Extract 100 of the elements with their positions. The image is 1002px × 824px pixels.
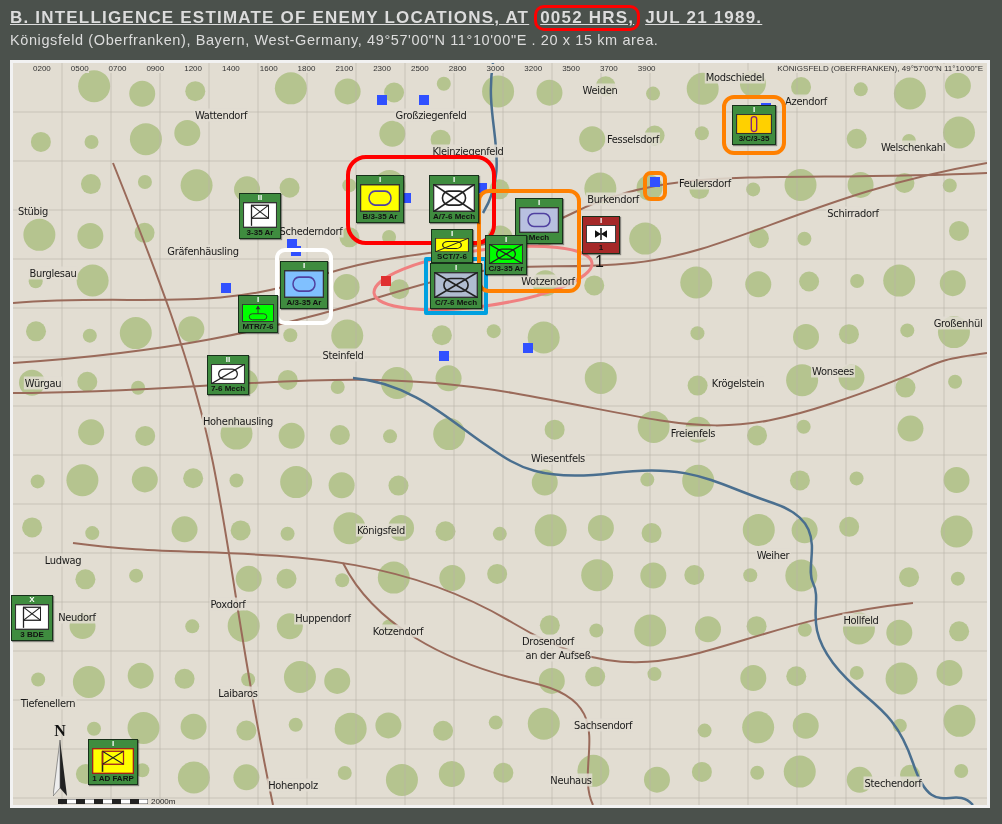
town-label: Modschiedel bbox=[704, 70, 766, 84]
echelon-mark: I bbox=[537, 199, 541, 207]
echelon-mark: I bbox=[452, 176, 456, 184]
echelon-mark: I bbox=[752, 106, 756, 114]
town-label: Tiefenellern bbox=[19, 696, 77, 710]
echelon-mark: II bbox=[225, 356, 231, 364]
unit-counter[interactable]: I A/7-6 Mech bbox=[429, 175, 479, 223]
town-label: Burkendorf bbox=[586, 192, 640, 206]
unit-label: Mech bbox=[528, 233, 550, 242]
town-label: an der Aufseß bbox=[524, 648, 592, 662]
town-label: Hollfeld bbox=[842, 613, 880, 627]
unit-counter[interactable]: II 7-6 Mech bbox=[207, 355, 249, 395]
grid-coordinate: 1200 bbox=[184, 64, 202, 73]
unit-label: 3-35 Ar bbox=[246, 228, 274, 237]
unit-label: A/7-6 Mech bbox=[432, 212, 476, 221]
town-label: Wonsees bbox=[811, 364, 855, 378]
town-label: Huppendorf bbox=[294, 611, 352, 625]
echelon-mark: II bbox=[257, 194, 263, 202]
town-label: Wotzendorf bbox=[520, 274, 576, 288]
town-label: Schederndorf bbox=[278, 224, 344, 238]
echelon-mark: I bbox=[111, 740, 115, 748]
town-label: Stübig bbox=[17, 204, 49, 218]
town-label: Sachsendorf bbox=[572, 718, 634, 732]
unit-label: 1 bbox=[598, 243, 604, 252]
enemy-count: 1 bbox=[595, 253, 604, 271]
town-label: Hohenhausling bbox=[201, 414, 275, 428]
echelon-mark: I bbox=[454, 264, 458, 272]
unit-counter[interactable]: I Mech bbox=[515, 198, 563, 244]
unit-counter[interactable]: X 3 BDE bbox=[11, 595, 53, 641]
town-label: Weiden bbox=[581, 83, 619, 97]
grid-coordinate: 3900 bbox=[637, 64, 656, 73]
grid-coordinate: 3500 bbox=[562, 64, 580, 73]
grid-coordinate: 1800 bbox=[297, 64, 316, 73]
scale-label: 2000m bbox=[151, 797, 176, 806]
unit-label: 3/C/3-35 bbox=[738, 134, 770, 143]
unit-label: SCT/7-6 bbox=[437, 252, 467, 261]
unit-counter[interactable]: II 3-35 Ar bbox=[239, 193, 281, 239]
unit-label: C/3-35 Ar bbox=[488, 264, 524, 273]
unit-counter[interactable]: I C/7-6 Mech bbox=[430, 263, 482, 309]
town-label: Würgau bbox=[23, 376, 63, 390]
unit-counter[interactable]: I 1 AD FARP bbox=[88, 739, 138, 785]
grid-coordinate: 2300 bbox=[373, 64, 391, 73]
grid-coordinate: 0500 bbox=[70, 64, 89, 73]
grid-coordinate: 2100 bbox=[335, 64, 354, 73]
grid-coordinate: 3200 bbox=[524, 64, 543, 73]
town-label: Großenhül bbox=[932, 316, 984, 330]
echelon-mark: X bbox=[29, 596, 35, 604]
town-label: Freienfels bbox=[669, 426, 717, 440]
town-label: Poxdorf bbox=[209, 597, 247, 611]
town-label: Steinfeld bbox=[321, 348, 365, 362]
grid-coordinate: 1600 bbox=[259, 64, 278, 73]
town-label: Wattendorf bbox=[193, 108, 249, 122]
town-label: Großziegenfeld bbox=[394, 108, 468, 122]
grid-coordinate: 3700 bbox=[599, 64, 618, 73]
unit-counter[interactable]: I 3/C/3-35 bbox=[732, 105, 776, 145]
compass-letter: N bbox=[54, 723, 66, 739]
unit-label: 7-6 Mech bbox=[210, 384, 246, 393]
town-label: Burglesau bbox=[28, 266, 78, 280]
grid-coordinate: 2800 bbox=[448, 64, 467, 73]
page-subtitle: Königsfeld (Oberfranken), Bayern, West-Germany, 49°57'00"N 11°10'00"E . 20 x 15 km area. bbox=[10, 32, 660, 48]
town-label: Ludwag bbox=[43, 553, 83, 567]
town-label: Weiher bbox=[755, 548, 791, 562]
grid-coordinate: 0900 bbox=[146, 64, 165, 73]
town-label: Laibaros bbox=[217, 686, 259, 700]
town-label: Krögelstein bbox=[710, 376, 766, 390]
echelon-mark: I bbox=[599, 217, 603, 225]
town-label: Feulersdorf bbox=[677, 176, 733, 190]
grid-coordinate: 2500 bbox=[410, 64, 429, 73]
unit-counter[interactable]: I A/3-35 Ar bbox=[280, 261, 328, 309]
unit-counter[interactable]: I 1 bbox=[582, 216, 620, 254]
town-label: Azendorf bbox=[784, 94, 828, 108]
town-label: Fesselsdorf bbox=[605, 132, 661, 146]
town-label: Drosendorf bbox=[521, 634, 575, 648]
town-label: Schirradorf bbox=[826, 206, 880, 220]
echelon-mark: I bbox=[450, 230, 454, 238]
unit-label: 1 AD FARP bbox=[92, 774, 134, 783]
echelon-mark: I bbox=[302, 262, 306, 270]
echelon-mark: I bbox=[256, 296, 260, 304]
page-title: B. INTELLIGENCE ESTIMATE OF ENEMY LOCATIONS, AT bbox=[10, 8, 530, 28]
unit-label: B/3-35 Ar bbox=[362, 212, 398, 221]
town-label: Stechendorf bbox=[863, 776, 923, 790]
unit-label: A/3-35 Ar bbox=[286, 298, 322, 307]
unit-counter[interactable]: I MTR/7-6 bbox=[238, 295, 278, 333]
echelon-mark: I bbox=[504, 236, 508, 244]
unit-label: C/7-6 Mech bbox=[434, 298, 478, 307]
sheet-label: KÖNIGSFELD (OBERFRANKEN), 49°57'00"N 11°10'00"E bbox=[777, 64, 983, 73]
grid-coordinate: 0200 bbox=[33, 64, 51, 73]
town-label: Welschenkahl bbox=[879, 140, 947, 154]
page-title-date: JUL 21 1989. bbox=[645, 8, 763, 28]
town-label: Neudorf bbox=[57, 610, 97, 624]
grid-coordinate: 0700 bbox=[108, 64, 127, 73]
unit-counter[interactable]: I C/3-35 Ar bbox=[485, 235, 527, 275]
highlighted-time: 0052 HRS, bbox=[534, 5, 641, 31]
unit-counter[interactable]: I SCT/7-6 bbox=[431, 229, 473, 263]
town-label: Königsfeld bbox=[355, 523, 407, 537]
grid-coordinate: 1400 bbox=[222, 64, 240, 73]
town-label: Gräfenhäusling bbox=[166, 244, 240, 258]
town-label: Kotzendorf bbox=[371, 624, 425, 638]
unit-label: MTR/7-6 bbox=[242, 322, 274, 331]
town-label: Hohenpolz bbox=[267, 778, 319, 792]
